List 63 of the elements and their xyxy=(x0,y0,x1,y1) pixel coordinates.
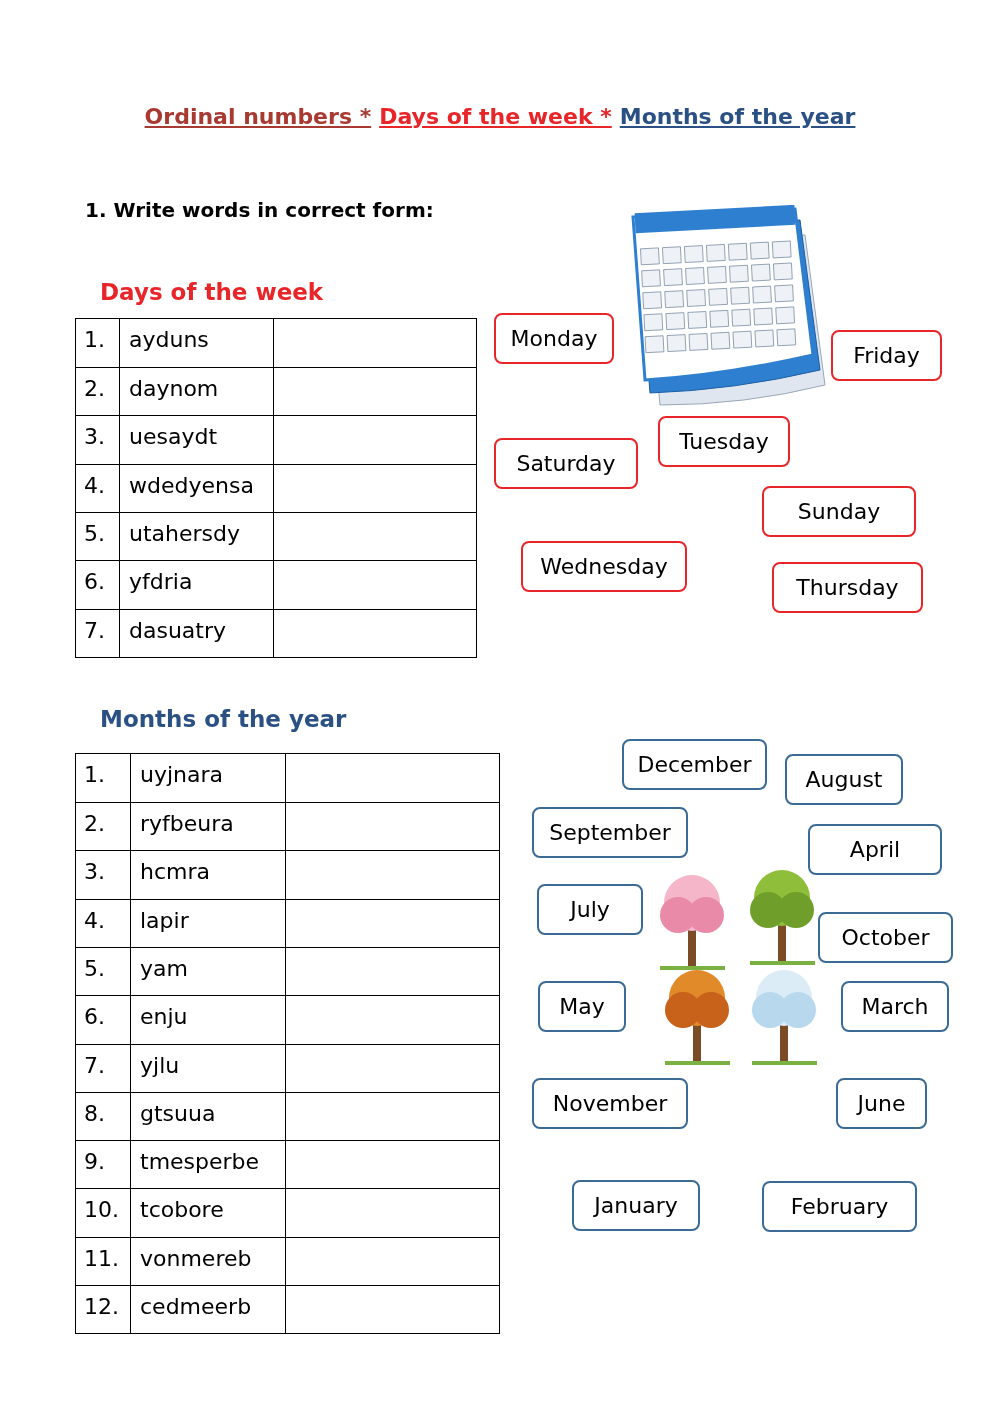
row-number: 3. xyxy=(76,416,120,464)
word-card: March xyxy=(841,981,949,1032)
word-card: Thursday xyxy=(772,562,923,613)
scrambled-word: vonmereb xyxy=(131,1237,286,1285)
word-card: July xyxy=(537,884,643,935)
worksheet-title: Ordinal numbers * xyxy=(144,103,372,131)
word-card: November xyxy=(532,1078,688,1129)
row-number: 9. xyxy=(76,1141,131,1189)
row-number: 7. xyxy=(76,609,120,658)
word-card: May xyxy=(538,981,626,1032)
word-card: September xyxy=(532,807,688,858)
row-number: 1. xyxy=(76,318,120,367)
word-card: Tuesday xyxy=(658,416,790,467)
word-card: Monday xyxy=(494,313,614,364)
word-card: Wednesday xyxy=(521,541,687,592)
word-card: Sunday xyxy=(762,486,916,537)
row-number: 1. xyxy=(76,753,131,803)
section-heading: Months of the year xyxy=(100,705,347,735)
word-card: June xyxy=(836,1078,927,1129)
row-number: 7. xyxy=(76,1044,131,1092)
scrambled-word: cedmeerb xyxy=(131,1286,286,1334)
scrambled-word: ayduns xyxy=(120,318,274,367)
row-number: 10. xyxy=(76,1189,131,1237)
section-heading: Days of the week xyxy=(100,278,324,307)
scrambled-word: uesaydt xyxy=(120,416,274,464)
scrambled-word: tcobore xyxy=(131,1189,286,1237)
row-number: 4. xyxy=(76,899,131,947)
word-card: April xyxy=(808,824,942,875)
scrambled-word: wdedyensa xyxy=(120,464,274,513)
word-card: August xyxy=(785,754,903,805)
row-number: 3. xyxy=(76,851,131,899)
scrambled-word: lapir xyxy=(131,899,286,947)
scrambled-word: hcmra xyxy=(131,851,286,899)
instruction-text: 1. Write words in correct form: xyxy=(85,197,434,224)
scrambled-word: enju xyxy=(131,996,286,1044)
scrambled-word: yam xyxy=(131,947,286,996)
scrambled-word: tmesperbe xyxy=(131,1141,286,1189)
scrambled-word: yfdria xyxy=(120,561,274,609)
row-number: 6. xyxy=(76,561,120,609)
worksheet-title: Days of the week * xyxy=(379,103,612,131)
word-card: Friday xyxy=(831,330,942,381)
row-number: 5. xyxy=(76,947,131,996)
scrambled-word: utahersdy xyxy=(120,513,274,561)
row-number: 8. xyxy=(76,1092,131,1141)
scrambled-word: gtsuua xyxy=(131,1092,286,1141)
scrambled-word: yjlu xyxy=(131,1044,286,1092)
row-number: 12. xyxy=(76,1286,131,1334)
scrambled-word: uyjnara xyxy=(131,753,286,803)
word-card: October xyxy=(818,912,953,963)
row-number: 6. xyxy=(76,996,131,1044)
scrambled-word: daynom xyxy=(120,367,274,416)
row-number: 5. xyxy=(76,513,120,561)
word-card: February xyxy=(762,1181,917,1232)
row-number: 4. xyxy=(76,464,120,513)
row-number: 11. xyxy=(76,1237,131,1285)
row-number: 2. xyxy=(76,803,131,851)
row-number: 2. xyxy=(76,367,120,416)
word-card: Saturday xyxy=(494,438,638,489)
worksheet-title: Months of the year xyxy=(619,103,856,131)
scrambled-word: dasuatry xyxy=(120,609,274,658)
word-card: January xyxy=(572,1180,700,1231)
scrambled-word: ryfbeura xyxy=(131,803,286,851)
word-card: December xyxy=(622,739,767,790)
